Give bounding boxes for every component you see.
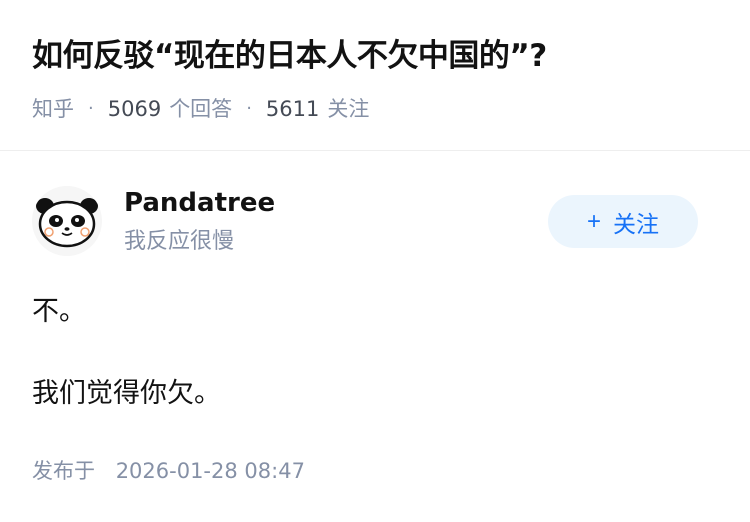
publish-info: 发布于 2026-01-28 08:47 [32,455,305,487]
follower-count: 5611 [265,97,320,121]
answer-page: 如何反驳“现在的日本人不欠中国的”? 知乎 · 5069 个回答 · 5611 … [0,0,750,522]
separator-dot: · [88,98,94,119]
follower-count-label: 关注 [327,97,370,121]
plus-icon: + [586,207,601,235]
site-name[interactable]: 知乎 [32,94,74,124]
follow-button[interactable]: + 关注 [548,195,698,248]
publish-time: 2026-01-28 08:47 [115,459,305,483]
follow-label: 关注 [613,210,659,237]
answer-paragraph: 我们觉得你欠。 [32,378,221,409]
author-bio: 我反应很慢 [124,229,235,254]
panda-avatar-icon[interactable] [32,186,102,256]
separator-dot: · [246,98,252,119]
answer-count-label: 个回答 [169,97,233,121]
author-name[interactable]: Pandatree [124,184,275,222]
answer-paragraph: 不。 [32,296,86,327]
answer-count: 5069 [107,97,162,121]
question-title[interactable]: 如何反驳“现在的日本人不欠中国的”? [32,34,547,78]
question-meta: 知乎 · 5069 个回答 · 5611 关注 [32,94,369,124]
publish-label: 发布于 [32,459,95,483]
header-divider [0,150,750,151]
